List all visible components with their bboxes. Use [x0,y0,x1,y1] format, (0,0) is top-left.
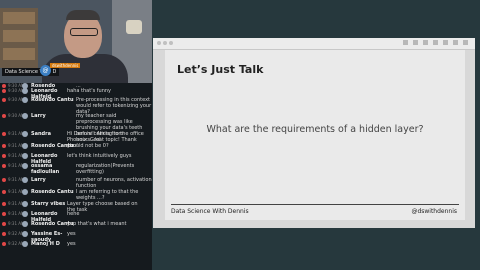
message-text: hehe [67,211,80,217]
slide-question: What are the requirements of a hidden la… [206,124,424,135]
message-user[interactable]: ossama fadloullan [31,163,75,175]
user-avatar [22,97,28,103]
chat-message: 9:32 AM Yassine Es-saoudy yes [0,231,152,243]
user-avatar [22,189,28,195]
record-dot-icon [2,154,6,158]
user-avatar [22,163,28,169]
user-avatar [22,143,28,149]
chat-message: 9:31 AM Larry number of neurons, activatio… [0,177,152,189]
toolbar-icon[interactable] [423,40,428,45]
slide-footer-right: @dswithdennis [411,208,457,215]
presenter-hair [66,10,100,20]
chat-message: 9:31 AM Starry vibes Layer type choose bas… [0,201,152,213]
toolbar-icon[interactable] [443,40,448,45]
message-text: regularization(Prevents overfitting) [76,163,135,175]
record-dot-icon [2,190,6,194]
live-chat[interactable]: 9:30 AM Rosendo... 9:30 AM Leonardo Halfeld… [0,83,152,270]
user-avatar [22,113,28,119]
message-text: yes [67,231,76,237]
message-text: yes [67,241,76,247]
record-dot-icon [2,144,6,148]
chat-message: 9:31 AM Rosendo Cantu should not be 0? [0,143,152,153]
chat-message: 9:31 AM Rosendo Cantu I am referring to th… [0,189,152,201]
chat-message: 9:30 AM Larry my teacher said preprocessin… [0,113,152,143]
slide-divider [171,204,459,205]
message-user[interactable]: Larry [31,177,75,183]
record-dot-icon [2,178,6,182]
channel-badge: dswithdennis [50,63,81,68]
user-avatar [22,131,28,137]
toolbar-icon[interactable] [403,40,408,45]
record-dot-icon [2,242,6,246]
glasses [70,28,98,36]
record-dot-icon [2,114,6,118]
maximize-window-icon[interactable] [169,41,173,45]
message-user[interactable]: Rosendo Cantu [31,189,75,195]
slide: Let’s Just Talk What are the requirement… [165,50,465,220]
record-dot-icon [2,222,6,226]
close-window-icon[interactable] [157,41,161,45]
chat-message: 9:31 AM Sandra Hi Dennis!! Alicia from Pho… [0,131,152,149]
user-avatar [22,177,28,183]
toolbar-icon[interactable] [413,40,418,45]
user-avatar [22,231,28,237]
user-avatar [22,153,28,159]
user-avatar [22,211,28,217]
message-text: I am referring to that the weights ...? [76,189,139,201]
toolbar-icon[interactable] [433,40,438,45]
webcam-feed: Data Science With D @ dswithdennis [0,0,152,83]
toolbar-icon[interactable] [453,40,458,45]
record-dot-icon [2,232,6,236]
record-dot-icon [2,164,6,168]
chat-message: 9:30 AM Rosendo Cantu Pre-processing in th… [0,97,152,115]
chat-message: 9:31 AM Rosendo Cantu yep that's what i me… [0,221,152,231]
record-dot-icon [2,202,6,206]
record-dot-icon [2,212,6,216]
bookshelf [0,8,38,68]
record-dot-icon [2,132,6,136]
user-avatar [22,88,28,94]
message-user[interactable]: Rosendo Cantu [31,97,75,103]
lamp [126,20,142,34]
user-avatar [22,241,28,247]
message-text: number of neurons, activation function [76,177,152,189]
chat-message: 9:31 AM Leonardo Halfeld hehe [0,211,152,223]
message-user[interactable]: Larry [31,113,75,119]
message-text: should not be 0? [67,143,109,149]
user-avatar [22,201,28,207]
minimize-window-icon[interactable] [163,41,167,45]
message-text: haha that's funny [67,88,112,94]
window-titlebar [153,38,475,50]
user-avatar [22,221,28,227]
record-dot-icon [2,89,6,93]
stream-sidebar: Data Science With D @ dswithdennis 9:30 … [0,0,152,270]
message-text: yep that's what i meant [67,221,127,227]
record-dot-icon [2,98,6,102]
chat-message: 9:31 AM ossama fadloullan regularization(P… [0,163,152,177]
chat-message: 9:32 AM Manoj H Dyes [0,241,152,251]
slide-title: Let’s Just Talk [177,63,264,76]
toolbar-icon[interactable] [463,40,468,45]
chat-message: 9:30 AM Leonardo Halfeld haha that's funny [0,88,152,100]
chat-message: 9:31 AM Leonardo Halfeld let's think intui… [0,153,152,165]
slide-footer-left: Data Science With Dennis [171,208,249,215]
message-text: let's think intuitively guys [67,153,132,159]
